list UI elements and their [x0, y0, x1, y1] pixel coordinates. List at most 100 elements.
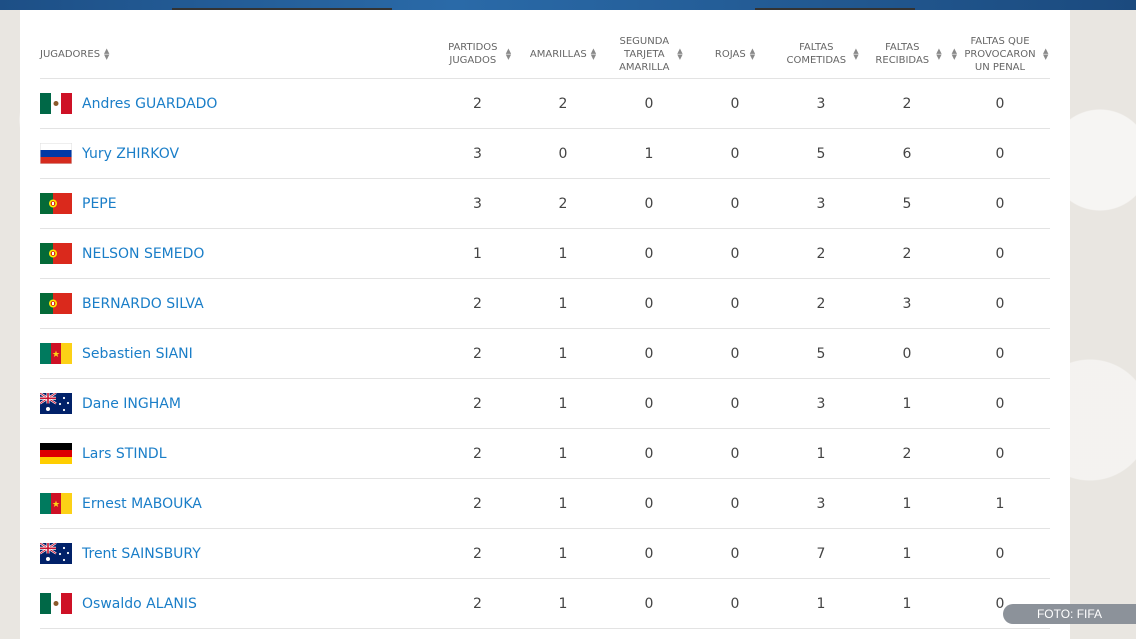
- player-name-link[interactable]: BERNARDO SILVA: [82, 296, 204, 312]
- player-name-link[interactable]: Sebastien SIANI: [82, 346, 193, 362]
- stat-cell-played: 2: [435, 578, 520, 629]
- stat-cell-second-yellow: 0: [606, 428, 692, 479]
- player-cell: PEPE: [40, 178, 435, 229]
- portugal-flag-icon: [40, 293, 72, 314]
- stat-cell-yellow: 1: [520, 528, 606, 579]
- stat-cell-fouls-committed: 1: [778, 428, 864, 479]
- sort-icon[interactable]: ▲ ▼: [1043, 48, 1048, 61]
- stat-cell-penalty-fouls: 0: [950, 328, 1050, 379]
- column-header-fouls-received[interactable]: FALTAS RECIBIDAS ▲ ▼: [864, 30, 950, 79]
- sort-icon[interactable]: ▲ ▼: [104, 48, 109, 61]
- column-header-penalty-fouls[interactable]: ▲ ▼ FALTAS QUE PROVOCARON UN PENAL ▲ ▼: [950, 30, 1050, 79]
- stat-cell-fouls-received: 3: [864, 278, 950, 329]
- stat-cell-penalty-fouls: 0: [950, 78, 1050, 129]
- stat-cell-yellow: 2: [520, 78, 606, 129]
- table-row: NELSON SEMEDO 1 1 0 0 2 2 0: [40, 228, 1050, 279]
- stat-cell-yellow: 1: [520, 378, 606, 429]
- sort-icon[interactable]: ▲ ▼: [591, 48, 596, 61]
- player-name-link[interactable]: Ernest MABOUKA: [82, 496, 202, 512]
- column-header-label: FALTAS RECIBIDAS: [875, 42, 930, 66]
- player-name-link[interactable]: Lars STINDL: [82, 446, 167, 462]
- stat-cell-second-yellow: 0: [606, 178, 692, 229]
- sort-icon[interactable]: ▲ ▼: [853, 48, 858, 61]
- stat-cell-yellow: 0: [520, 128, 606, 179]
- table-row: Dane INGHAM 2 1 0 0 3 1 0: [40, 378, 1050, 429]
- player-name-link[interactable]: Andres GUARDADO: [82, 96, 217, 112]
- player-cell: Trent SAINSBURY: [40, 528, 435, 579]
- table-row: PEPE 3 2 0 0 3 5 0: [40, 178, 1050, 229]
- table-row: Yury ZHIRKOV 3 0 1 0 5 6 0: [40, 128, 1050, 179]
- player-name-link[interactable]: Trent SAINSBURY: [82, 546, 201, 562]
- column-header-red[interactable]: ROJAS ▲ ▼: [692, 30, 778, 79]
- stat-cell-second-yellow: 0: [606, 378, 692, 429]
- stat-cell-fouls-committed: 5: [778, 128, 864, 179]
- player-cell: BERNARDO SILVA: [40, 278, 435, 329]
- player-name-link[interactable]: Yury ZHIRKOV: [82, 146, 179, 162]
- stat-cell-penalty-fouls: 0: [950, 378, 1050, 429]
- table-row: Oswaldo ALANIS 2 1 0 0 1 1 0: [40, 578, 1050, 629]
- stat-cell-yellow: 1: [520, 328, 606, 379]
- mexico-flag-icon: [40, 593, 72, 614]
- stat-cell-second-yellow: 0: [606, 78, 692, 129]
- table-header-row: JUGADORES ▲ ▼ PARTIDOS JUGADOS ▲ ▼ AMARILLAS…: [40, 30, 1050, 79]
- column-header-second-yellow[interactable]: SEGUNDA TARJETA AMARILLA ▲ ▼: [606, 30, 692, 79]
- sort-icon[interactable]: ▲ ▼: [506, 48, 511, 61]
- column-header-label: FALTAS COMETIDAS: [786, 42, 847, 66]
- column-header-fouls-committed[interactable]: FALTAS COMETIDAS ▲ ▼: [778, 30, 864, 79]
- portugal-flag-icon: [40, 243, 72, 264]
- table-row: BERNARDO SILVA 2 1 0 0 2 3 0: [40, 278, 1050, 329]
- stat-cell-fouls-received: 6: [864, 128, 950, 179]
- stat-cell-red: 0: [692, 578, 778, 629]
- stat-cell-fouls-committed: 1: [778, 578, 864, 629]
- column-header-label: FALTAS QUE PROVOCARON UN PENAL: [964, 35, 1036, 73]
- player-name-link[interactable]: NELSON SEMEDO: [82, 246, 204, 262]
- column-header-played[interactable]: PARTIDOS JUGADOS ▲ ▼: [435, 30, 520, 79]
- table-row: Trent SAINSBURY 2 1 0 0 7 1 0: [40, 528, 1050, 579]
- sort-icon[interactable]: ▲ ▼: [952, 48, 957, 61]
- stat-cell-yellow: 1: [520, 278, 606, 329]
- stat-cell-yellow: 2: [520, 178, 606, 229]
- stat-cell-penalty-fouls: 0: [950, 128, 1050, 179]
- player-name-link[interactable]: PEPE: [82, 196, 117, 212]
- column-header-yellow[interactable]: AMARILLAS ▲ ▼: [520, 30, 606, 79]
- stat-cell-second-yellow: 1: [606, 128, 692, 179]
- column-header-label: JUGADORES: [40, 48, 101, 60]
- stat-cell-penalty-fouls: 0: [950, 228, 1050, 279]
- stat-cell-red: 0: [692, 128, 778, 179]
- stat-cell-penalty-fouls: 1: [950, 478, 1050, 529]
- table-row: Andres GUARDADO 2 2 0 0 3 2 0: [40, 78, 1050, 129]
- stat-cell-played: 2: [435, 478, 520, 529]
- stat-cell-played: 2: [435, 378, 520, 429]
- stat-cell-yellow: 1: [520, 478, 606, 529]
- stat-cell-red: 0: [692, 328, 778, 379]
- stat-cell-second-yellow: 0: [606, 228, 692, 279]
- stat-cell-penalty-fouls: 0: [950, 528, 1050, 579]
- player-cell: Dane INGHAM: [40, 378, 435, 429]
- stat-cell-red: 0: [692, 528, 778, 579]
- discipline-stats-table: JUGADORES ▲ ▼ PARTIDOS JUGADOS ▲ ▼ AMARILLAS…: [40, 30, 1050, 629]
- stat-cell-red: 0: [692, 478, 778, 529]
- player-cell: Yury ZHIRKOV: [40, 128, 435, 179]
- column-header-label: ROJAS: [714, 48, 746, 60]
- stat-cell-played: 2: [435, 328, 520, 379]
- sort-icon[interactable]: ▲ ▼: [750, 48, 755, 61]
- portugal-flag-icon: [40, 193, 72, 214]
- player-name-link[interactable]: Oswaldo ALANIS: [82, 596, 197, 612]
- top-banner-strip: [0, 0, 1136, 10]
- stat-cell-fouls-received: 1: [864, 528, 950, 579]
- cameroon-flag-icon: [40, 343, 72, 364]
- stats-panel: JUGADORES ▲ ▼ PARTIDOS JUGADOS ▲ ▼ AMARILLAS…: [20, 10, 1070, 639]
- stat-cell-fouls-received: 1: [864, 478, 950, 529]
- stat-cell-yellow: 1: [520, 228, 606, 279]
- cameroon-flag-icon: [40, 493, 72, 514]
- stat-cell-red: 0: [692, 178, 778, 229]
- stat-cell-fouls-received: 2: [864, 428, 950, 479]
- column-header-players[interactable]: JUGADORES ▲ ▼: [40, 30, 435, 79]
- player-cell: Lars STINDL: [40, 428, 435, 479]
- sort-icon[interactable]: ▲ ▼: [936, 48, 941, 61]
- player-name-link[interactable]: Dane INGHAM: [82, 396, 181, 412]
- column-header-label: AMARILLAS: [529, 48, 587, 60]
- player-cell: Ernest MABOUKA: [40, 478, 435, 529]
- sort-icon[interactable]: ▲ ▼: [677, 48, 682, 61]
- stat-cell-fouls-committed: 3: [778, 378, 864, 429]
